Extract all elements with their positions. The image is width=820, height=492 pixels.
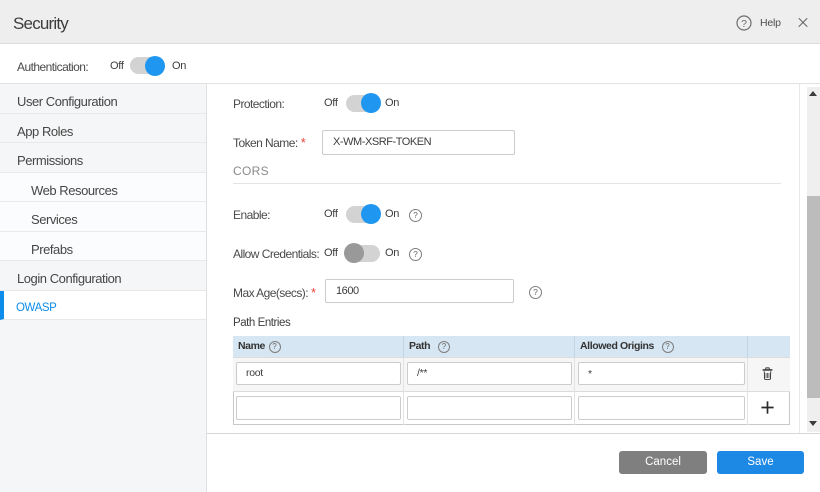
svg-text:?: ? [741,18,747,30]
